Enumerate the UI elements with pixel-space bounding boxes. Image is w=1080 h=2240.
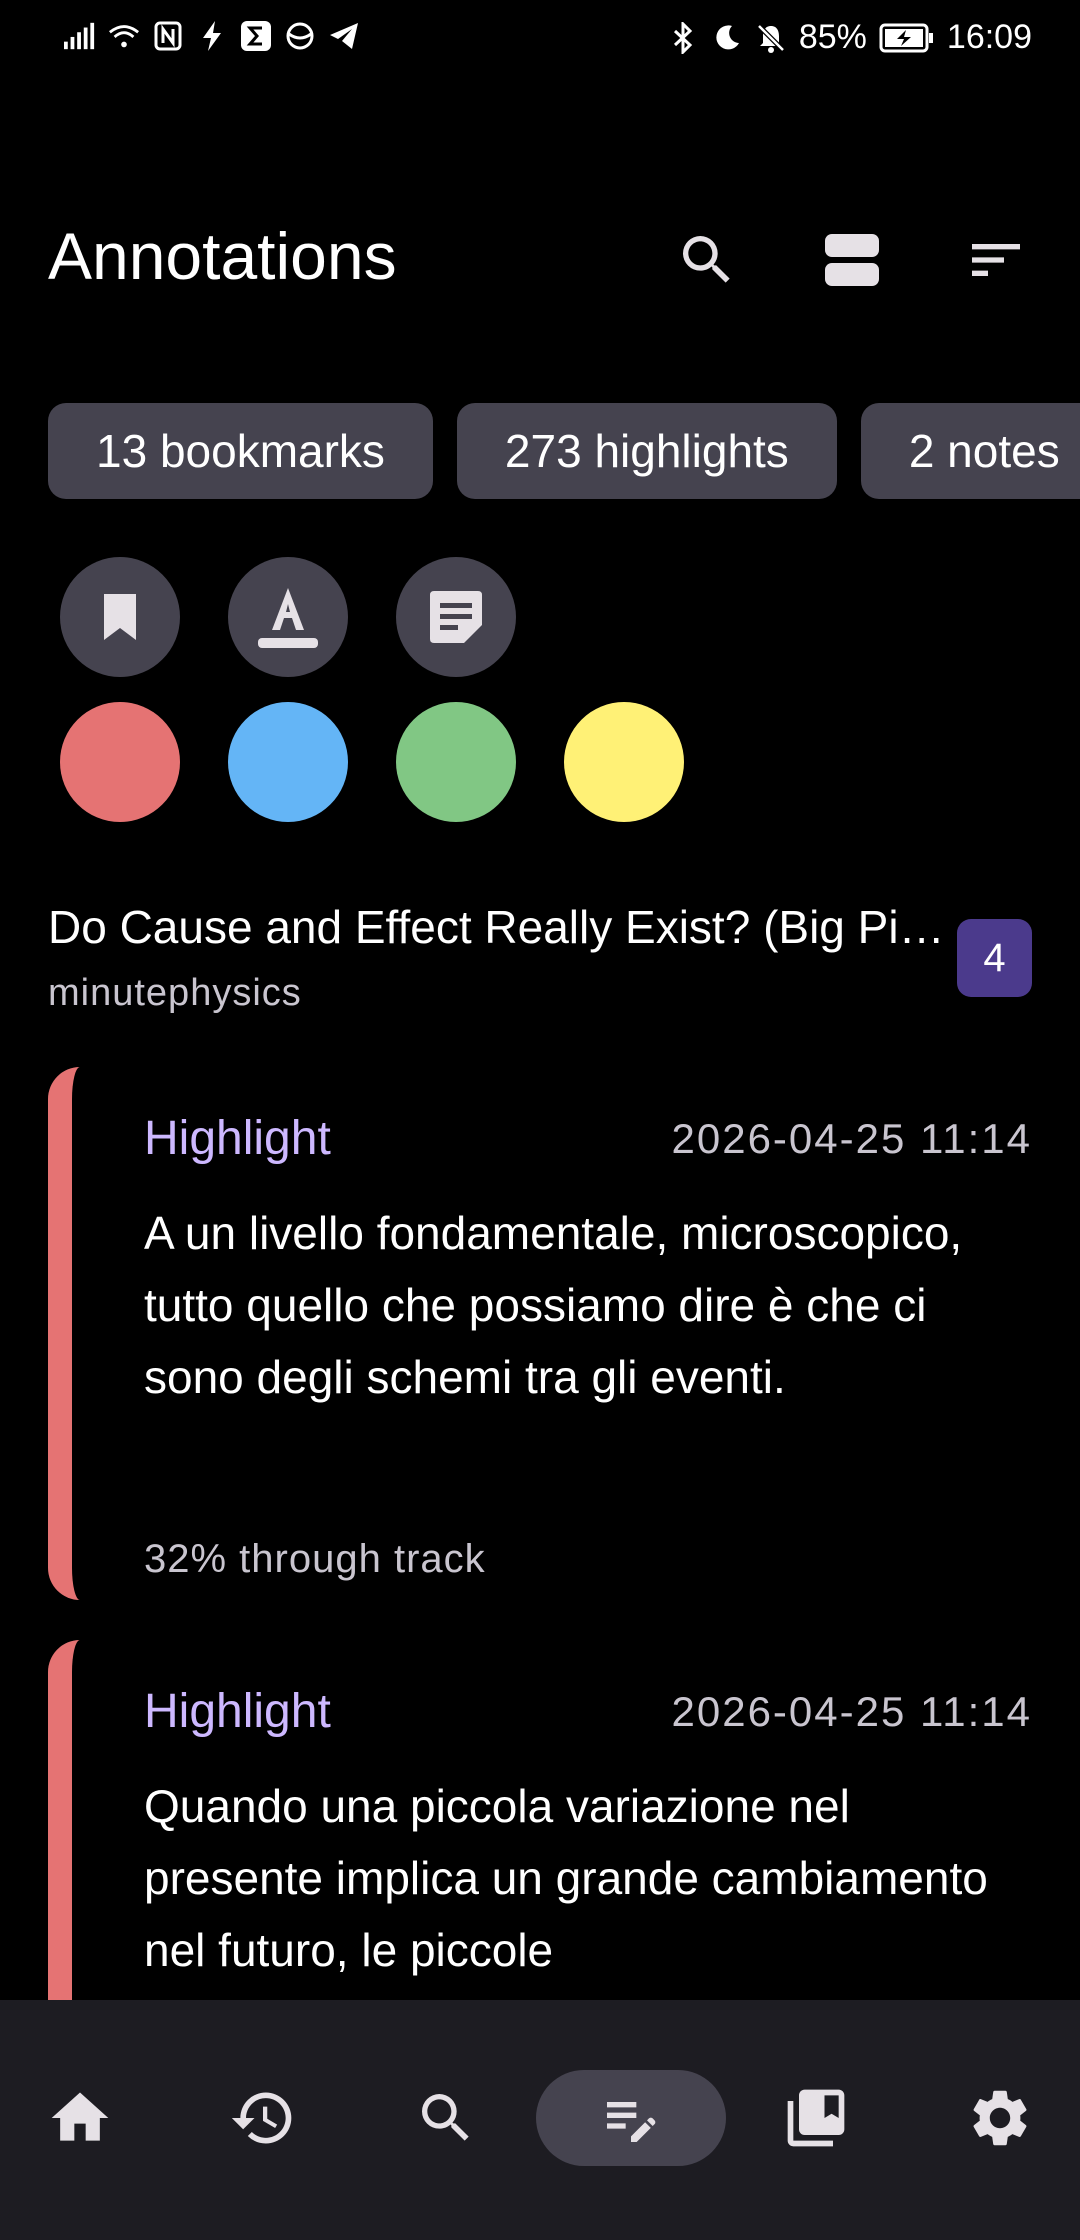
library-icon [787, 2089, 845, 2147]
moon-icon [711, 22, 743, 54]
mute-bell-icon [755, 22, 787, 54]
battery-icon [879, 22, 935, 54]
telegram-icon [328, 20, 360, 52]
search-icon [422, 2094, 469, 2141]
filter-chips: 13 bookmarks 273 highlights 2 notes [48, 403, 1080, 499]
track-artist: minutephysics [48, 972, 302, 1014]
filter-color-green[interactable] [396, 702, 516, 822]
chip-notes[interactable]: 2 notes [860, 403, 1080, 499]
annotation-type: Highlight [144, 1685, 331, 1738]
status-icons-left [64, 20, 360, 52]
edit-notes-icon [607, 2102, 656, 2142]
nav-library[interactable] [756, 2070, 876, 2166]
filter-note-button[interactable] [396, 557, 516, 677]
chip-highlights[interactable]: 273 highlights [456, 403, 837, 499]
bluetooth-icon [667, 21, 699, 54]
nfc-icon [152, 20, 184, 52]
chip-bookmarks[interactable]: 13 bookmarks [48, 403, 433, 499]
flash-icon [196, 20, 228, 52]
annotation-progress: 32% through track [144, 1537, 486, 1581]
annotation-card[interactable]: Highlight 2026-04-25 11:14 Quando una pi… [48, 1640, 1072, 2060]
type-filters [60, 557, 516, 677]
history-icon [231, 2092, 292, 2144]
nav-history[interactable] [203, 2070, 323, 2166]
status-icons-right: 85% 16:09 [667, 18, 1032, 57]
vpn-icon [284, 20, 316, 52]
annotation-text: Quando una piccola variazione nel presen… [144, 1780, 988, 1976]
search-button[interactable] [667, 220, 747, 300]
nav-home[interactable] [20, 2070, 140, 2166]
filter-color-blue[interactable] [228, 702, 348, 822]
bottom-navigation [0, 2000, 1080, 2240]
signal-icon [64, 20, 96, 52]
filter-color-yellow[interactable] [564, 702, 684, 822]
sigma-app-icon [240, 20, 272, 52]
search-icon [683, 236, 730, 283]
nav-search[interactable] [386, 2070, 506, 2166]
page-title: Annotations [48, 219, 397, 293]
nav-settings[interactable] [940, 2070, 1060, 2166]
wifi-icon [108, 20, 140, 52]
clock: 16:09 [946, 18, 1032, 56]
text-highlight-icon [258, 588, 318, 648]
view-agenda-icon [825, 234, 879, 286]
note-icon [430, 591, 482, 643]
nav-annotations[interactable] [536, 2070, 726, 2166]
sort-icon [972, 244, 1020, 276]
filter-bookmark-button[interactable] [60, 557, 180, 677]
bookmark-icon [104, 594, 136, 640]
home-icon [51, 2092, 109, 2141]
annotation-type: Highlight [144, 1112, 331, 1165]
annotation-date: 2026-04-25 11:14 [671, 1688, 1032, 1735]
battery-percent: 85% [798, 18, 867, 56]
filter-highlight-button[interactable] [228, 557, 348, 677]
filter-color-red[interactable] [60, 702, 180, 822]
annotation-count-badge: 4 [957, 919, 1032, 997]
annotation-text: A un livello fondamentale, microscopico,… [144, 1207, 963, 1403]
status-bar: 85% 16:09 [0, 0, 1080, 80]
view-toggle-button[interactable] [812, 220, 892, 300]
gear-icon [973, 2090, 1027, 2146]
color-filters [60, 702, 684, 822]
sort-button[interactable] [956, 220, 1036, 300]
track-title[interactable]: Do Cause and Effect Really Exist? (Big P… [48, 900, 948, 954]
annotation-date: 2026-04-25 11:14 [671, 1115, 1032, 1162]
annotation-card[interactable]: Highlight 2026-04-25 11:14 A un livello … [48, 1067, 1072, 1600]
